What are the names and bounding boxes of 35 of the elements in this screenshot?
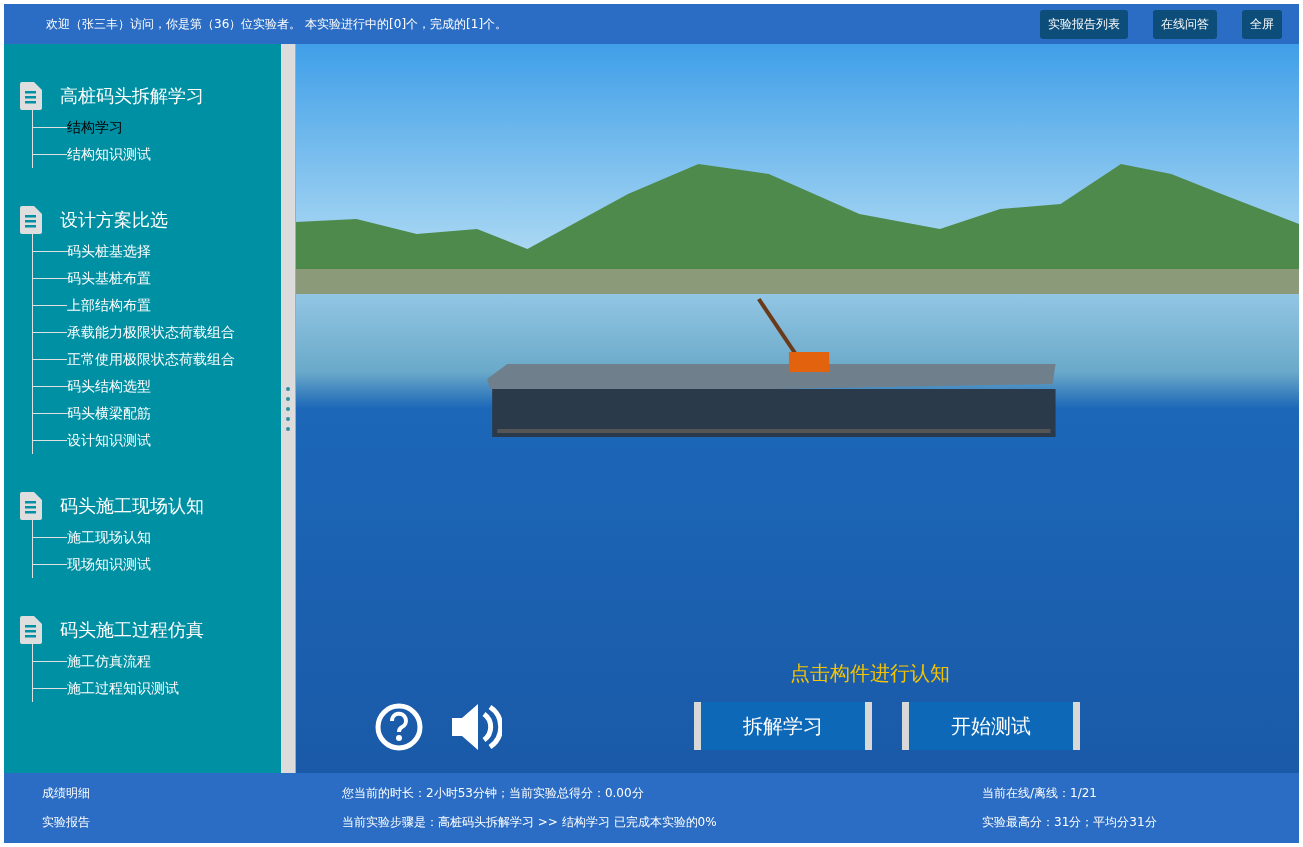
header-button[interactable]: 在线问答 bbox=[1153, 9, 1217, 39]
menu-item[interactable]: 施工仿真流程 bbox=[67, 652, 151, 671]
grip-icon bbox=[285, 384, 291, 433]
footer-link[interactable]: 实验报告 bbox=[42, 814, 342, 831]
group-title: 码头施工过程仿真 bbox=[60, 618, 204, 642]
group-title: 码头施工现场认知 bbox=[60, 494, 204, 518]
menu-item[interactable]: 现场知识测试 bbox=[67, 555, 151, 574]
group-title: 设计方案比选 bbox=[60, 208, 168, 232]
menu-item[interactable]: 施工过程知识测试 bbox=[67, 679, 179, 698]
speaker-icon[interactable] bbox=[450, 702, 502, 752]
menu-item[interactable]: 结构学习 bbox=[67, 118, 123, 137]
menu-item[interactable]: 承载能力极限状态荷载组合 bbox=[67, 323, 235, 342]
welcome-text: 欢迎（张三丰）访问，你是第（36）位实验者。 本实验进行中的[0]个，完成的[1]个。 bbox=[46, 15, 509, 33]
menu-item[interactable]: 设计知识测试 bbox=[67, 431, 151, 450]
menu-item[interactable]: 正常使用极限状态荷载组合 bbox=[67, 350, 235, 369]
menu-item[interactable]: 码头结构选型 bbox=[67, 377, 151, 396]
menu-item[interactable]: 码头桩基选择 bbox=[67, 242, 151, 261]
action-button[interactable]: 开始测试 bbox=[902, 702, 1080, 750]
menu-item[interactable]: 上部结构布置 bbox=[67, 296, 151, 315]
menu-item[interactable]: 码头基桩布置 bbox=[67, 269, 151, 288]
help-icon[interactable] bbox=[374, 702, 424, 752]
status-text: 您当前的时长：2小时53分钟；当前实验总得分：0.00分 bbox=[342, 785, 645, 802]
3d-scene-view[interactable]: 点击构件进行认知 拆解学习 开始测试 bbox=[296, 44, 1299, 773]
header-button[interactable]: 实验报告列表 bbox=[1040, 9, 1128, 39]
hint-text: 点击构件进行认知 bbox=[790, 660, 950, 687]
footer-link[interactable]: 成绩明细 bbox=[42, 785, 342, 802]
menu-item[interactable]: 施工现场认知 bbox=[67, 528, 151, 547]
stats-text: 实验最高分：31分；平均分31分 bbox=[982, 814, 1158, 831]
stats-text: 当前在线/离线：1/21 bbox=[982, 785, 1098, 802]
status-text: 当前实验步骤是：高桩码头拆解学习 >> 结构学习 已完成本实验的0% bbox=[342, 814, 718, 831]
header-button[interactable]: 全屏 bbox=[1242, 9, 1282, 39]
group-title: 高桩码头拆解学习 bbox=[60, 84, 204, 108]
action-button[interactable]: 拆解学习 bbox=[694, 702, 872, 750]
menu-item[interactable]: 码头横梁配筋 bbox=[67, 404, 151, 423]
menu-item[interactable]: 结构知识测试 bbox=[67, 145, 151, 164]
